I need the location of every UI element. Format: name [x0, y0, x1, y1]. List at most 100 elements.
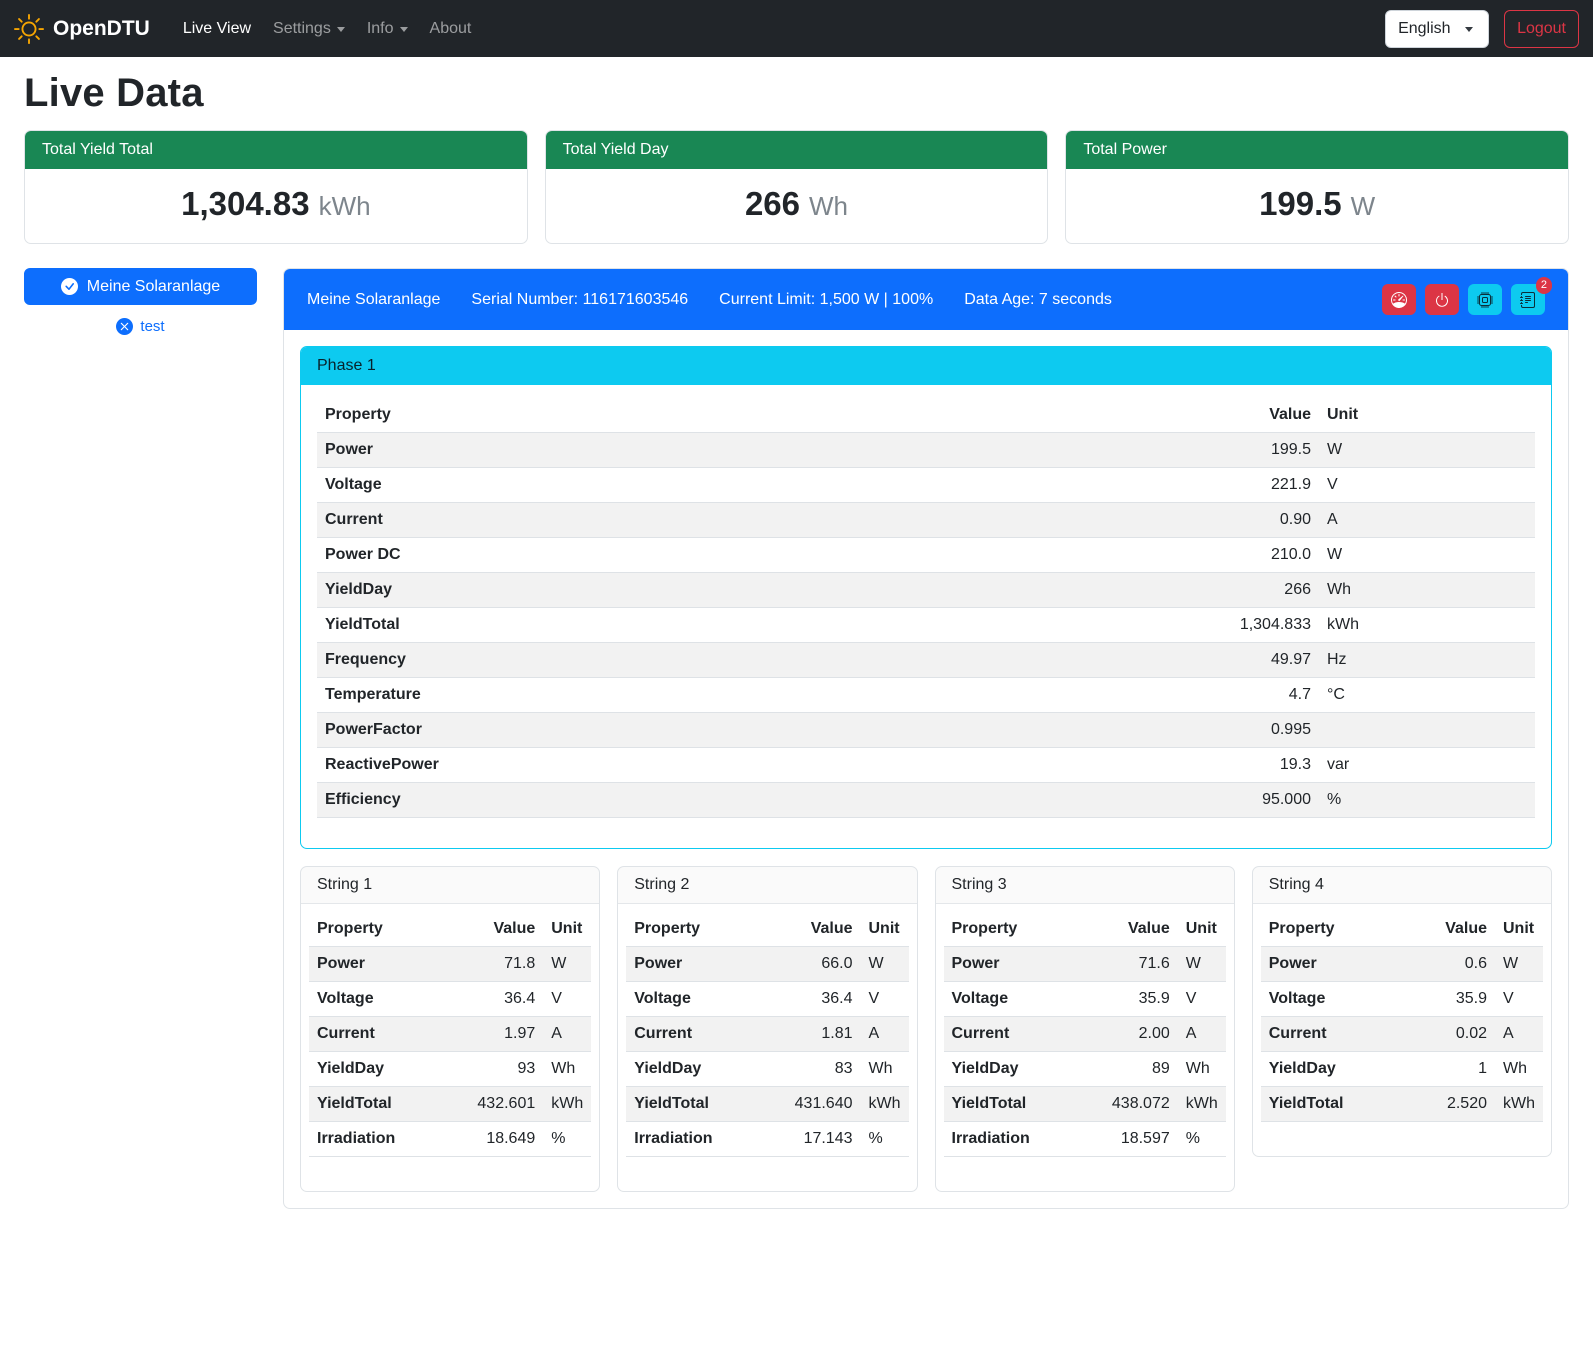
string-card-body: Property Value Unit Power71.8W Voltage36.… [301, 904, 599, 1191]
col-property: Property [1261, 912, 1404, 947]
value-cell: 210.0 [916, 538, 1319, 573]
summary-card-yield-day: Total Yield Day 266Wh [545, 130, 1049, 244]
language-select[interactable]: English [1385, 10, 1489, 48]
value-cell: 0.02 [1404, 1017, 1495, 1052]
value-cell: 18.597 [1075, 1122, 1178, 1157]
table-row: YieldTotal431.640kWh [626, 1087, 908, 1122]
value-cell: 66.0 [758, 947, 861, 982]
unit-cell: Wh [861, 1052, 909, 1087]
value-cell: 71.8 [440, 947, 543, 982]
phase-panel-header: Phase 1 [301, 347, 1551, 385]
unit-cell: % [861, 1122, 909, 1157]
nav-settings[interactable]: Settings [262, 12, 356, 46]
value-cell: 2.00 [1075, 1017, 1178, 1052]
value-cell: 0.6 [1404, 947, 1495, 982]
inverter-select-button[interactable]: Meine Solaranlage [24, 268, 257, 305]
summary-card-header: Total Power [1066, 131, 1568, 169]
col-unit: Unit [543, 912, 591, 947]
event-count-badge: 2 [1536, 277, 1552, 294]
string-card-body: Property Value Unit Power71.6WVoltage35.… [936, 904, 1234, 1191]
summary-unit: W [1351, 191, 1376, 221]
nav-settings-label: Settings [273, 20, 331, 38]
inverter-item-test[interactable]: test [24, 318, 257, 335]
inverter-card-body: Phase 1 Property Value Unit Power199.5WV… [284, 330, 1568, 1208]
inverter-serial: Serial Number: 116171603546 [471, 291, 688, 309]
property-cell: Voltage [626, 982, 757, 1017]
unit-cell: W [543, 947, 591, 982]
unit-cell: V [1178, 982, 1226, 1017]
unit-cell: W [1319, 433, 1535, 468]
table-header-row: Property Value Unit [309, 912, 591, 947]
brand-label: OpenDTU [53, 17, 150, 41]
brand[interactable]: OpenDTU [14, 14, 150, 44]
property-cell: Voltage [309, 982, 440, 1017]
unit-cell: kWh [861, 1087, 909, 1122]
value-cell: 221.9 [916, 468, 1319, 503]
table-row: PowerFactor0.995 [317, 713, 1535, 748]
value-cell: 89 [1075, 1052, 1178, 1087]
value-cell: 2.520 [1404, 1087, 1495, 1122]
gauge-icon [1391, 292, 1407, 308]
inverter-limit: Current Limit: 1,500 W | 100% [719, 291, 933, 309]
table-row: Frequency49.97Hz [317, 643, 1535, 678]
unit-cell: A [861, 1017, 909, 1052]
property-cell: Temperature [317, 678, 916, 713]
table-row: Temperature4.7°C [317, 678, 1535, 713]
nav-live-view[interactable]: Live View [172, 12, 262, 46]
phase-table-body: Power199.5WVoltage221.9VCurrent0.90APowe… [317, 433, 1535, 818]
table-header-row: Property Value Unit [626, 912, 908, 947]
table-row: Current2.00A [944, 1017, 1226, 1052]
table-row: Power199.5W [317, 433, 1535, 468]
string-card-4: String 4 Property Value Unit [1252, 866, 1552, 1157]
property-cell: Irradiation [309, 1122, 440, 1157]
inverter-sidebar: Meine Solaranlage test [24, 268, 257, 335]
col-unit: Unit [1178, 912, 1226, 947]
property-cell: YieldTotal [1261, 1087, 1404, 1122]
table-row: Current1.97A [309, 1017, 591, 1052]
string-card-2: String 2 Property Value Unit [617, 866, 917, 1192]
unit-cell: A [1178, 1017, 1226, 1052]
nav-info-label: Info [367, 20, 394, 38]
col-value: Value [440, 912, 543, 947]
summary-unit: kWh [319, 191, 371, 221]
limit-settings-button[interactable] [1382, 284, 1416, 315]
power-button[interactable] [1425, 284, 1459, 315]
unit-cell: W [1495, 947, 1543, 982]
table-row: Irradiation17.143% [626, 1122, 908, 1157]
nav-links: Live View Settings Info About [172, 12, 483, 46]
unit-cell: kWh [1178, 1087, 1226, 1122]
table-row: YieldTotal1,304.833kWh [317, 608, 1535, 643]
col-value: Value [916, 398, 1319, 433]
string-card-header: String 1 [301, 867, 599, 904]
logout-button[interactable]: Logout [1504, 10, 1579, 48]
value-cell: 95.000 [916, 783, 1319, 818]
table-row: YieldDay93Wh [309, 1052, 591, 1087]
inverter-item-test-label: test [140, 318, 164, 335]
unit-cell: V [1319, 468, 1535, 503]
nav-live-view-label: Live View [183, 20, 251, 38]
nav-info[interactable]: Info [356, 12, 419, 46]
property-cell: YieldTotal [317, 608, 916, 643]
unit-cell: kWh [1319, 608, 1535, 643]
col-property: Property [626, 912, 757, 947]
property-cell: YieldTotal [309, 1087, 440, 1122]
string-card-3: String 3 Property Value Unit [935, 866, 1235, 1192]
unit-cell: Wh [1319, 573, 1535, 608]
nav-about-label: About [430, 20, 472, 38]
property-cell: Power [309, 947, 440, 982]
unit-cell: Hz [1319, 643, 1535, 678]
unit-cell: % [543, 1122, 591, 1157]
value-cell: 83 [758, 1052, 861, 1087]
summary-card-yield-total: Total Yield Total 1,304.83kWh [24, 130, 528, 244]
summary-card-header: Total Yield Day [546, 131, 1048, 169]
value-cell: 36.4 [440, 982, 543, 1017]
summary-cards: Total Yield Total 1,304.83kWh Total Yiel… [24, 130, 1569, 244]
string-table-body: Power71.8WVoltage36.4VCurrent1.97AYieldD… [309, 947, 591, 1157]
property-cell: Power DC [317, 538, 916, 573]
property-cell: Current [1261, 1017, 1404, 1052]
table-row: YieldTotal2.520kWh [1261, 1087, 1543, 1122]
summary-value: 199.5 [1259, 185, 1342, 222]
device-info-button[interactable] [1468, 284, 1502, 315]
nav-about[interactable]: About [419, 12, 483, 46]
event-log-button[interactable]: 2 [1511, 284, 1545, 315]
